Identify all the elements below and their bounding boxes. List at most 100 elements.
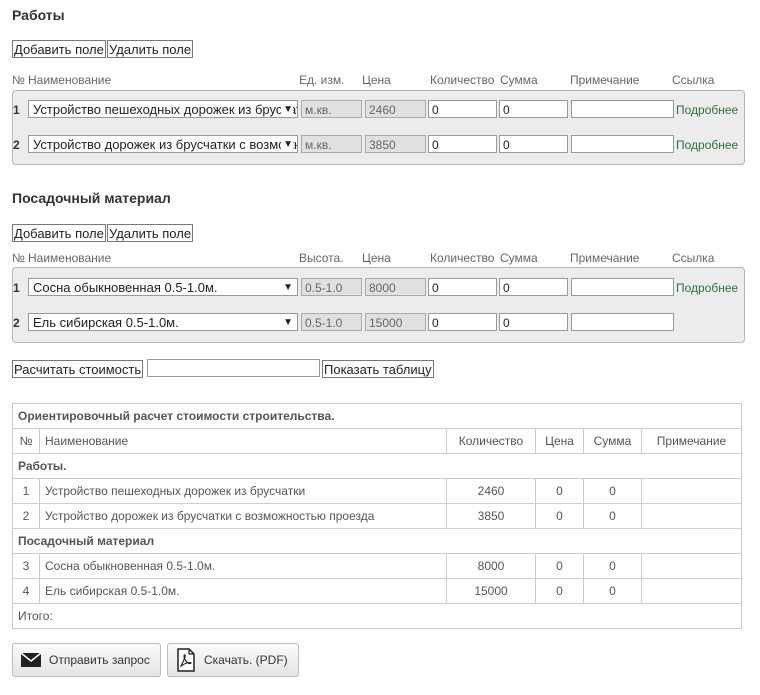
row-qty: 15000: [446, 578, 536, 604]
plants-qty-input[interactable]: 0: [428, 278, 497, 296]
plants-note-input[interactable]: [571, 313, 674, 331]
works-details-link[interactable]: Подробнее: [676, 103, 738, 117]
col-price: Цена: [362, 73, 391, 87]
send-request-button[interactable]: Отправить запрос: [12, 643, 161, 677]
row-name: Устройство пешеходных дорожек из брусчат…: [39, 478, 447, 504]
download-pdf-button[interactable]: Скачать. (PDF): [167, 643, 299, 677]
col-qty: Количество: [430, 251, 495, 265]
row-price: 0: [535, 478, 584, 504]
row-sum: 0: [583, 503, 642, 529]
works-details-link[interactable]: Подробнее: [676, 138, 738, 152]
works-sum-input[interactable]: 0: [499, 100, 568, 118]
table-row: 4 Ель сибирская 0.5-1.0м. 15000 0 0: [12, 578, 742, 604]
works-note-input[interactable]: [571, 100, 674, 118]
works-unit-field: м.кв.: [301, 135, 362, 153]
pdf-icon: [177, 648, 195, 672]
plants-title: Посадочный материал: [12, 190, 171, 206]
col-name: Наименование: [39, 428, 447, 454]
row-qty: 2460: [446, 478, 536, 504]
row-num: 4: [12, 578, 40, 604]
row-note: [641, 503, 742, 529]
row-sum: 0: [583, 478, 642, 504]
col-qty: Количество: [430, 73, 495, 87]
col-name: Наименование: [28, 73, 112, 87]
plants-sum-input[interactable]: 0: [499, 278, 568, 296]
row-num: 1: [12, 478, 40, 504]
works-qty-input[interactable]: 0: [428, 100, 497, 118]
row-note: [641, 578, 742, 604]
col-unit: Ед. изм.: [299, 73, 345, 87]
total-label: Итого:: [12, 603, 742, 629]
table-row: 3 Сосна обыкновенная 0.5-1.0м. 8000 0 0: [12, 553, 742, 579]
col-num: №: [12, 428, 40, 454]
plants-row-num: 2: [13, 316, 20, 330]
col-num: №: [12, 251, 25, 265]
plants-add-button[interactable]: Добавить поле: [12, 224, 106, 242]
works-row-num: 1: [13, 103, 20, 117]
chevron-down-icon: ▼: [281, 101, 293, 117]
row-name: Ель сибирская 0.5-1.0м.: [39, 578, 447, 604]
row-name: Сосна обыкновенная 0.5-1.0м.: [39, 553, 447, 579]
works-price-field: 3850: [365, 135, 426, 153]
col-name: Наименование: [28, 251, 112, 265]
envelope-icon: [21, 652, 41, 667]
row-sum: 0: [583, 578, 642, 604]
show-table-button[interactable]: Показать таблицу: [322, 360, 434, 378]
total-cost-input[interactable]: [147, 359, 320, 377]
row-note: [641, 478, 742, 504]
works-sum-input[interactable]: 0: [499, 135, 568, 153]
works-qty-input[interactable]: 0: [428, 135, 497, 153]
plants-note-input[interactable]: [571, 278, 674, 296]
col-price: Цена: [362, 251, 391, 265]
section-plants: Посадочный материал: [12, 528, 742, 554]
works-title: Работы: [12, 7, 65, 23]
col-num: №: [12, 73, 25, 87]
col-price: Цена: [535, 428, 584, 454]
row-price: 0: [535, 503, 584, 529]
col-note: Примечание: [570, 251, 640, 265]
works-add-button[interactable]: Добавить поле: [12, 40, 106, 58]
row-note: [641, 553, 742, 579]
estimate-title: Ориентировочный расчет стоимости строите…: [12, 403, 742, 429]
plants-details-link[interactable]: Подробнее: [676, 281, 738, 295]
plants-height-field: 0.5-1.0: [301, 278, 362, 296]
works-price-field: 2460: [365, 100, 426, 118]
row-num: 3: [12, 553, 40, 579]
col-height: Высота.: [299, 251, 344, 265]
row-qty: 8000: [446, 553, 536, 579]
plants-remove-button[interactable]: Удалить поле: [107, 224, 194, 242]
estimate-table: Ориентировочный расчет стоимости строите…: [12, 403, 742, 629]
col-link: Ссылка: [672, 251, 715, 265]
row-num: 2: [12, 503, 40, 529]
plants-name-select[interactable]: Сосна обыкновенная 0.5-1.0м. ▼: [28, 278, 298, 296]
plants-row-num: 1: [13, 281, 20, 295]
works-row-num: 2: [13, 138, 20, 152]
plants-name-select[interactable]: Ель сибирская 0.5-1.0м. ▼: [28, 313, 298, 331]
plants-price-field: 15000: [365, 313, 426, 331]
works-name-select[interactable]: Устройство пешеходных дорожек из брусчат…: [28, 100, 298, 118]
download-pdf-label: Скачать. (PDF): [204, 653, 288, 667]
chevron-down-icon: ▼: [281, 279, 293, 295]
row-sum: 0: [583, 553, 642, 579]
works-name-select[interactable]: Устройство дорожек из брусчатки с возмож…: [28, 135, 298, 153]
calculate-cost-button[interactable]: Расчитать стоимость: [12, 360, 144, 378]
table-row: 1 Устройство пешеходных дорожек из брусч…: [12, 478, 742, 504]
col-sum: Сумма: [500, 251, 538, 265]
chevron-down-icon: ▼: [281, 136, 293, 152]
works-remove-button[interactable]: Удалить поле: [107, 40, 194, 58]
plants-sum-input[interactable]: 0: [499, 313, 568, 331]
row-name: Устройство дорожек из брусчатки с возмож…: [39, 503, 447, 529]
col-note: Примечание: [570, 73, 640, 87]
send-request-label: Отправить запрос: [49, 653, 150, 667]
plants-height-field: 0.5-1.0: [301, 313, 362, 331]
col-qty: Количество: [446, 428, 536, 454]
table-row: 2 Устройство дорожек из брусчатки с возм…: [12, 503, 742, 529]
works-note-input[interactable]: [571, 135, 674, 153]
col-sum: Сумма: [500, 73, 538, 87]
works-unit-field: м.кв.: [301, 100, 362, 118]
row-price: 0: [535, 578, 584, 604]
row-price: 0: [535, 553, 584, 579]
row-qty: 3850: [446, 503, 536, 529]
plants-qty-input[interactable]: 0: [428, 313, 497, 331]
col-link: Ссылка: [672, 73, 715, 87]
